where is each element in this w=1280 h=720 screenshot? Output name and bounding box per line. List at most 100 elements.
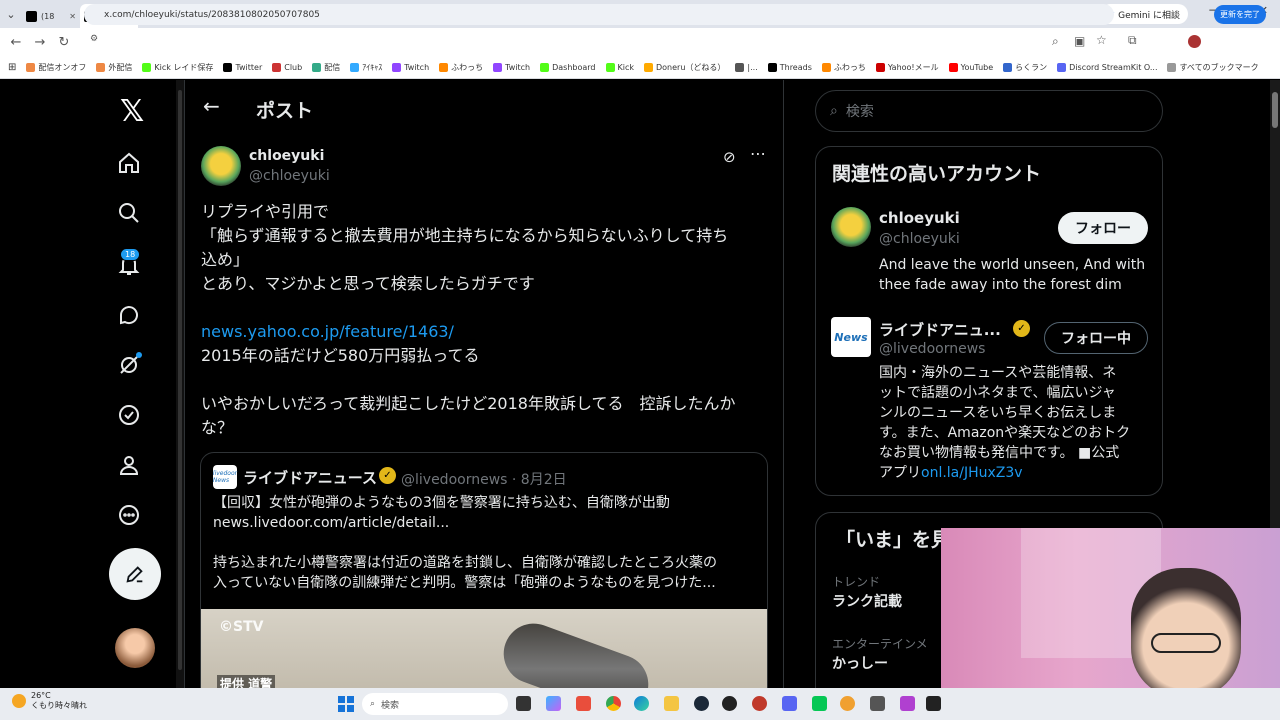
cast-icon[interactable]: ▣ bbox=[1074, 34, 1085, 48]
quoted-post-card[interactable]: livedoor News ライブドアニュース ✓ @livedoornews … bbox=[200, 452, 768, 688]
bio-link[interactable]: onl.la/JHuxZ3v bbox=[921, 465, 1023, 481]
app-icon[interactable] bbox=[576, 696, 591, 711]
explorer-icon[interactable] bbox=[664, 696, 679, 711]
url-field[interactable]: x.com/chloeyuki/status/20838108020507078… bbox=[84, 4, 1114, 25]
bookmark-item[interactable]: らくラン bbox=[1003, 62, 1047, 73]
apps-grid-icon[interactable]: ⊞ bbox=[8, 62, 16, 73]
bookmark-item[interactable]: ｱｲｷｬｽ bbox=[350, 62, 382, 73]
account-avatar[interactable] bbox=[115, 628, 155, 668]
bookmark-item[interactable]: Kick レイド保存 bbox=[142, 62, 213, 73]
profile-icon[interactable] bbox=[116, 452, 142, 478]
page-scroll-thumb[interactable] bbox=[1272, 92, 1278, 128]
related-accounts-title: 関連性の高いアカウント bbox=[832, 163, 1042, 185]
following-button[interactable]: フォロー中 bbox=[1044, 322, 1148, 354]
forward-nav-icon[interactable]: → bbox=[28, 35, 52, 50]
bookmark-icon bbox=[26, 63, 36, 72]
back-nav-icon[interactable]: ← bbox=[4, 35, 28, 50]
bookmark-item[interactable]: Yahoo!メール bbox=[875, 62, 939, 73]
bookmark-item[interactable]: Threads bbox=[767, 63, 812, 72]
grok-icon[interactable] bbox=[116, 352, 142, 378]
bookmark-label: 外配信 bbox=[108, 63, 133, 72]
explore-search-icon[interactable] bbox=[116, 200, 142, 226]
terminal-icon[interactable] bbox=[926, 696, 941, 711]
zoom-icon[interactable]: ⌕ bbox=[1052, 34, 1059, 49]
update-button[interactable]: 更新を完了 bbox=[1214, 5, 1266, 24]
record-icon[interactable] bbox=[722, 696, 737, 711]
bookmark-item[interactable]: Discord StreamKit O... bbox=[1057, 63, 1157, 72]
close-tab-icon[interactable]: ✕ bbox=[69, 12, 76, 21]
bookmark-item[interactable]: Twitter bbox=[223, 63, 262, 72]
back-arrow-icon[interactable]: ← bbox=[203, 94, 220, 118]
post-link[interactable]: news.yahoo.co.jp/feature/1463/ bbox=[201, 320, 454, 344]
bookmark-item[interactable]: 配信 bbox=[312, 62, 340, 73]
browser-tab-label: (18 bbox=[41, 11, 55, 21]
related-account-avatar[interactable]: News bbox=[831, 317, 871, 357]
bookmark-item[interactable]: Dashboard bbox=[540, 63, 596, 72]
steam-icon[interactable] bbox=[694, 696, 709, 711]
bookmark-item[interactable]: 配信オンオフ bbox=[26, 62, 86, 73]
bookmark-item[interactable]: Doneru（どねる） bbox=[644, 62, 725, 73]
bookmark-icon bbox=[821, 63, 831, 72]
taskbar-search[interactable]: ⌕ 検索 bbox=[362, 693, 508, 715]
weather-text: 26°C くもり時々晴れ bbox=[31, 691, 87, 711]
image-watermark: ©STV bbox=[219, 619, 264, 635]
edge-icon[interactable] bbox=[634, 696, 649, 711]
more-options-icon[interactable] bbox=[116, 502, 142, 528]
author-handle[interactable]: @chloeyuki bbox=[249, 168, 330, 184]
home-icon[interactable] bbox=[116, 150, 142, 176]
profile-avatar-icon[interactable] bbox=[1188, 35, 1201, 48]
premium-verified-icon[interactable] bbox=[116, 402, 142, 428]
line-icon[interactable] bbox=[812, 696, 827, 711]
bookmark-item[interactable]: Twitch bbox=[493, 63, 530, 72]
bookmark-item[interactable]: Club bbox=[272, 63, 302, 72]
trend-name[interactable]: かっしー bbox=[832, 653, 888, 673]
reload-icon[interactable]: ↻ bbox=[52, 35, 76, 50]
author-avatar[interactable] bbox=[201, 146, 241, 186]
messages-icon[interactable] bbox=[116, 302, 142, 328]
bookmark-item[interactable]: Twitch bbox=[392, 63, 429, 72]
quote-image[interactable]: ©STV 提供 道警 bbox=[201, 609, 767, 688]
browser-tab[interactable]: (18 ✕ bbox=[22, 4, 80, 28]
app-icon[interactable] bbox=[870, 696, 885, 711]
related-accounts-panel: 関連性の高いアカウント chloeyuki @chloeyuki フォロー An… bbox=[815, 146, 1163, 496]
windows-taskbar: 26°C くもり時々晴れ ⌕ 検索 bbox=[0, 688, 1280, 720]
x-logo-icon[interactable]: 𝕏 bbox=[120, 94, 144, 129]
app-icon[interactable] bbox=[900, 696, 915, 711]
task-view-icon[interactable] bbox=[516, 696, 531, 711]
start-button[interactable] bbox=[338, 696, 354, 712]
extensions-icon[interactable]: ⧉ bbox=[1128, 33, 1137, 48]
bookmark-label: 配信 bbox=[324, 63, 341, 72]
related-account-handle[interactable]: @chloeyuki bbox=[879, 231, 960, 247]
related-account-avatar[interactable] bbox=[831, 207, 871, 247]
copilot-icon[interactable] bbox=[546, 696, 561, 711]
bookmark-item[interactable]: すべてのブックマーク bbox=[1167, 62, 1259, 73]
trend-name[interactable]: ランク記載 bbox=[832, 591, 902, 611]
bookmark-label: ふわっち bbox=[451, 63, 484, 72]
related-account-handle[interactable]: @livedoornews bbox=[879, 341, 985, 357]
notification-count-badge: 18 bbox=[120, 248, 141, 261]
related-account-name[interactable]: chloeyuki bbox=[879, 209, 960, 227]
left-scroll-thumb[interactable] bbox=[178, 90, 182, 670]
tab-search-icon[interactable]: ⌄ bbox=[0, 3, 22, 25]
discord-icon[interactable] bbox=[782, 696, 797, 711]
weather-widget[interactable]: 26°C くもり時々晴れ bbox=[12, 691, 87, 711]
related-account-name[interactable]: ライブドアニュ... bbox=[879, 319, 1001, 340]
follow-button[interactable]: フォロー bbox=[1058, 212, 1148, 244]
bookmark-item[interactable]: Kick bbox=[605, 63, 634, 72]
bookmark-item[interactable]: 外配信 bbox=[96, 62, 132, 73]
bookmark-item[interactable]: |... bbox=[735, 63, 758, 72]
site-info-icon[interactable]: ⚙ bbox=[90, 34, 98, 44]
bookmark-item[interactable]: ふわっち bbox=[821, 62, 866, 73]
chrome-icon[interactable] bbox=[606, 696, 621, 711]
search-input[interactable]: ⌕ 検索 bbox=[815, 90, 1163, 132]
bookmark-item[interactable]: ふわっち bbox=[439, 62, 483, 73]
app-icon[interactable] bbox=[840, 696, 855, 711]
bookmark-item[interactable]: YouTube bbox=[948, 63, 993, 72]
app-icon[interactable] bbox=[752, 696, 767, 711]
author-name[interactable]: chloeyuki bbox=[249, 148, 324, 164]
bookmark-star-icon[interactable]: ☆ bbox=[1096, 33, 1107, 47]
compose-post-button[interactable] bbox=[109, 548, 161, 600]
more-horizontal-icon[interactable]: ⋯ bbox=[750, 144, 766, 163]
grok-explain-icon[interactable]: ⊘ bbox=[723, 148, 736, 166]
trend-category: トレンド bbox=[832, 575, 881, 589]
